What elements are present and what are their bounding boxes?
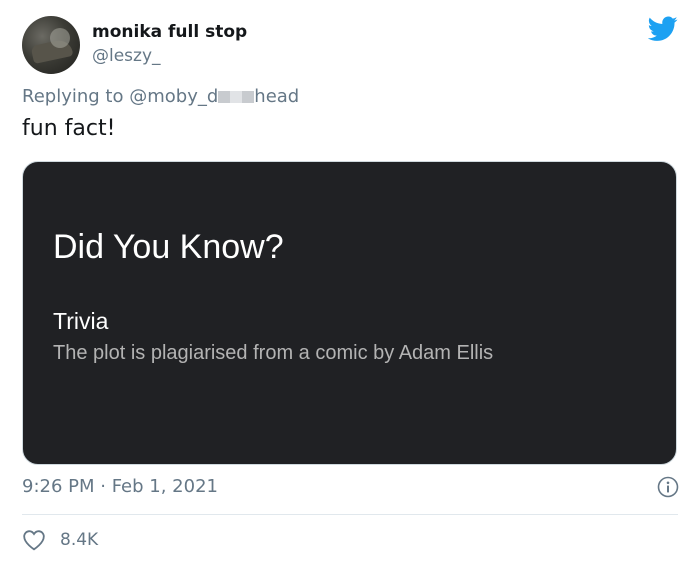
tweet: monika full stop @leszy_ Replying to @mo… xyxy=(0,0,700,568)
divider xyxy=(22,514,678,515)
media-card[interactable]: Did You Know? Trivia The plot is plagiar… xyxy=(22,161,677,465)
twitter-bird-icon[interactable] xyxy=(648,16,678,42)
avatar-highlight xyxy=(50,28,70,48)
replying-to: Replying to @moby_d head xyxy=(22,86,299,107)
card-title: Did You Know? xyxy=(53,228,284,266)
like-action[interactable]: 8.4K xyxy=(22,528,98,552)
censor-block xyxy=(218,91,231,103)
replying-prefix: Replying to xyxy=(22,86,124,107)
author-handle[interactable]: @leszy_ xyxy=(92,46,161,66)
mention-start: @moby_d xyxy=(129,86,219,107)
author-display-name[interactable]: monika full stop xyxy=(92,22,247,42)
mention-end: head xyxy=(254,86,300,107)
timestamp[interactable]: 9:26 PM · Feb 1, 2021 xyxy=(22,476,218,497)
info-icon[interactable] xyxy=(657,476,679,498)
card-subtitle: Trivia xyxy=(53,308,109,334)
heart-icon[interactable] xyxy=(22,529,46,551)
reply-mention-link[interactable]: @moby_d head xyxy=(129,86,299,107)
tweet-text: fun fact! xyxy=(22,116,116,141)
avatar[interactable] xyxy=(22,16,80,74)
censor-block xyxy=(242,91,255,103)
censor-block xyxy=(230,91,243,103)
card-body: The plot is plagiarised from a comic by … xyxy=(53,342,494,364)
like-count: 8.4K xyxy=(60,530,99,550)
